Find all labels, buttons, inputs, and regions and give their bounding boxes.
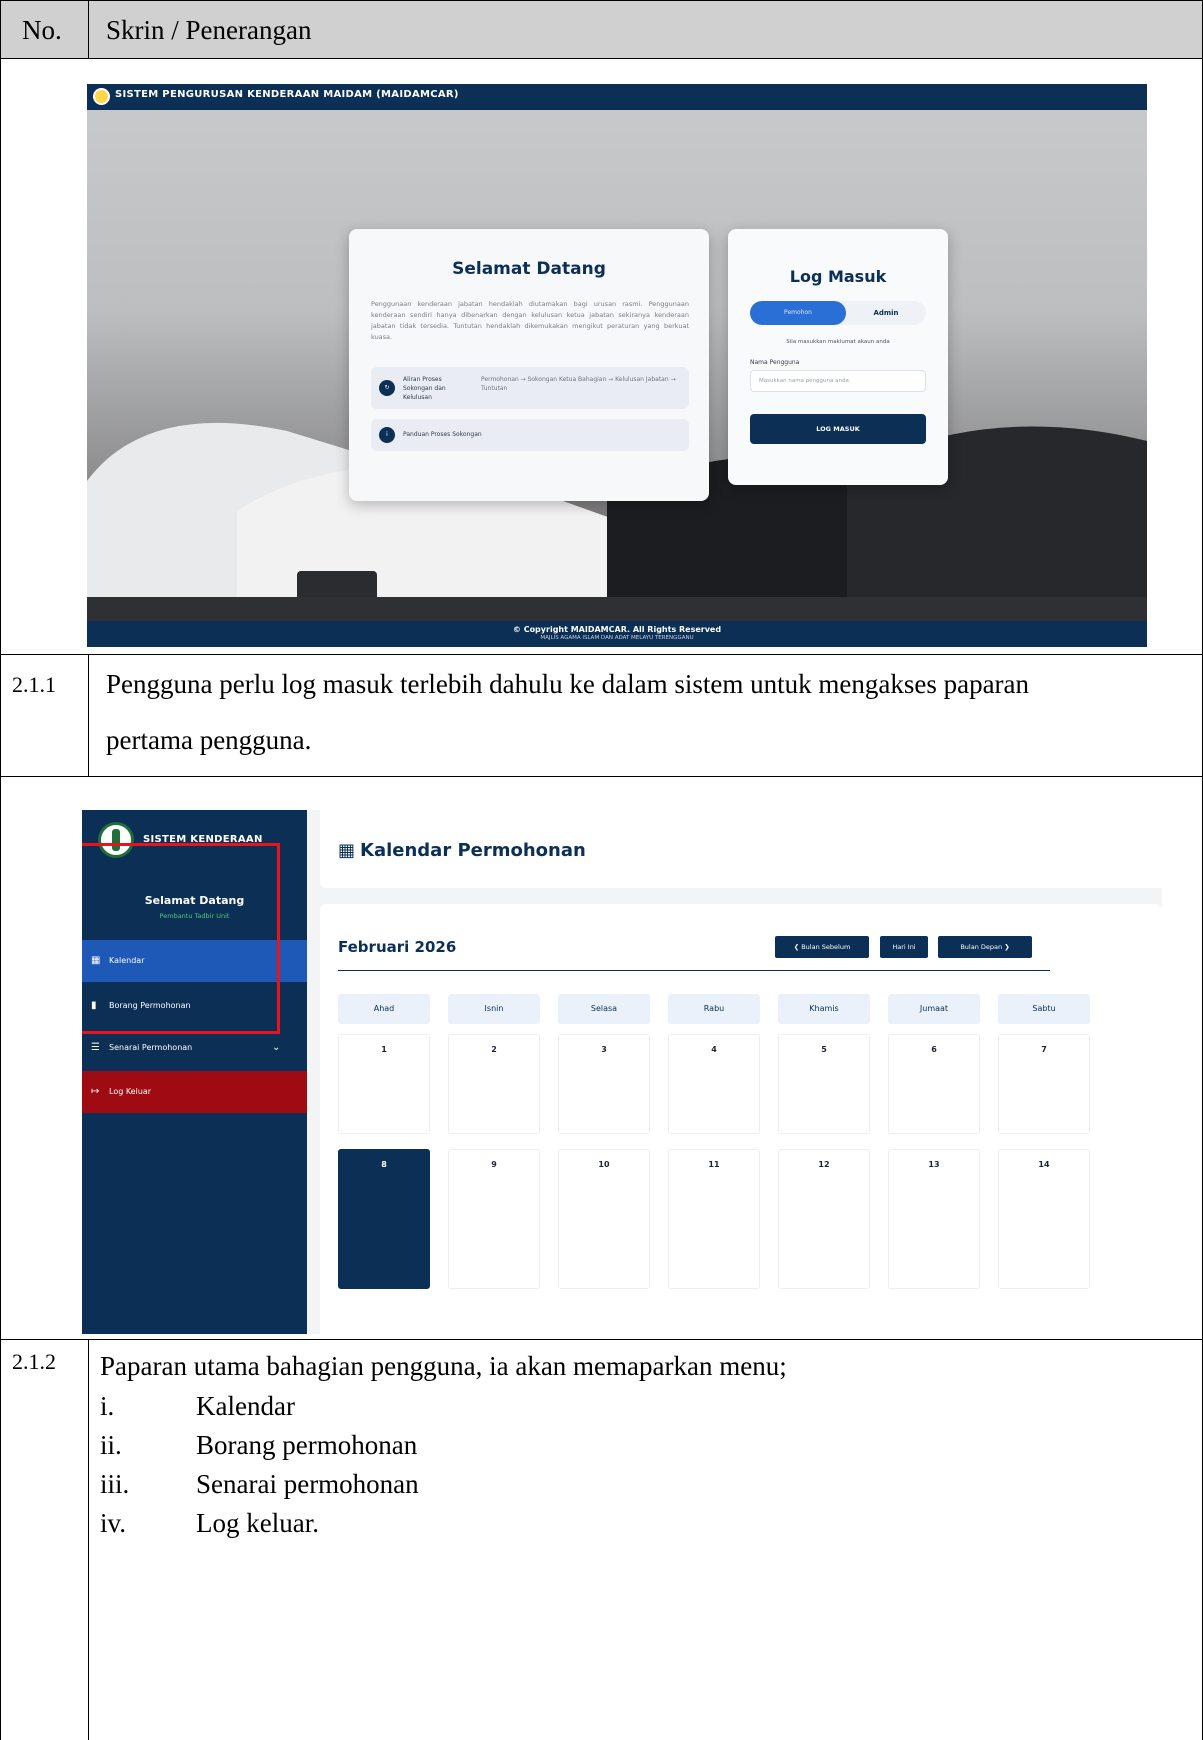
menu-text: Senarai permohonan: [196, 1469, 419, 1499]
app-title: SISTEM PENGURUSAN KENDERAAN MAIDAM (MAID…: [115, 89, 459, 100]
weekday-header: Khamis: [778, 994, 870, 1024]
flow-steps: Permohonan → Sokongan Ketua Bahagian → K…: [481, 376, 676, 392]
sidebar-item-label: Log Keluar: [109, 1087, 152, 1096]
calendar-day[interactable]: 5: [778, 1034, 870, 1134]
menu-num: iv.: [100, 1508, 126, 1538]
weekday-header: Jumaat: [888, 994, 980, 1024]
username-input[interactable]: Masukkan nama pengguna anda: [750, 370, 926, 392]
flow-label: Aliran Proses Sokongan dan Kelulusan: [403, 376, 446, 401]
footer-copyright: © Copyright MAIDAMCAR. All Rights Reserv…: [512, 625, 722, 634]
rule: [0, 776, 1203, 777]
calendar-day[interactable]: 11: [668, 1149, 760, 1289]
logo-icon: [93, 88, 110, 105]
menu-text: Borang permohonan: [196, 1430, 418, 1460]
welcome-card: Selamat Datang Penggunaan kenderaan jaba…: [349, 229, 709, 501]
login-hint: Sila masukkan maklumat akaun anda: [786, 339, 890, 345]
role-toggle: Pemohon Admin: [750, 301, 926, 325]
tab-admin[interactable]: Admin: [846, 301, 926, 325]
guide-row[interactable]: i Panduan Proses Sokongan: [371, 419, 689, 451]
flow-icon: ↻: [379, 380, 395, 396]
top-bar: SISTEM PENGURUSAN KENDERAAN MAIDAM (MAID…: [87, 84, 1147, 110]
calendar-day[interactable]: 7: [998, 1034, 1090, 1134]
menu-num: i.: [100, 1391, 115, 1421]
weekday-header: Selasa: [558, 994, 650, 1024]
username-label: Nama Pengguna: [750, 359, 800, 366]
next-month-button[interactable]: Bulan Depan ❯: [938, 936, 1032, 958]
weekday-header: Rabu: [668, 994, 760, 1024]
rule: [88, 1339, 89, 1740]
calendar-icon: ▦: [338, 840, 356, 861]
rule: [0, 58, 1203, 59]
welcome-text: Penggunaan kenderaan jabatan hendaklah d…: [371, 300, 689, 341]
rule: [88, 654, 89, 776]
guide-label[interactable]: Panduan Proses Sokongan: [403, 431, 482, 438]
prev-month-button[interactable]: ❮ Bulan Sebelum: [775, 936, 869, 958]
calendar-day[interactable]: 1: [338, 1034, 430, 1134]
flow-row: ↻ Aliran Proses Sokongan dan Kelulusan P…: [371, 367, 689, 409]
calendar: Februari 2026 ❮ Bulan Sebelum Hari Ini B…: [320, 904, 1162, 1334]
tab-user[interactable]: Pemohon: [750, 301, 846, 325]
calendar-day[interactable]: 6: [888, 1034, 980, 1134]
divider: [338, 970, 1050, 971]
logout-icon: ↦: [91, 1086, 100, 1097]
calendar-day[interactable]: 2: [448, 1034, 540, 1134]
calendar-month: Februari 2026: [338, 938, 457, 956]
calendar-day[interactable]: 14: [998, 1149, 1090, 1289]
page-title: Kalendar Permohonan: [360, 840, 586, 861]
login-screenshot: SISTEM PENGURUSAN KENDERAAN MAIDAM (MAID…: [87, 84, 1147, 647]
row-number: 2.1.1: [12, 672, 56, 697]
highlight-box: [82, 843, 280, 1034]
footer: © Copyright MAIDAMCAR. All Rights Reserv…: [87, 621, 1147, 647]
row-number: 2.1.2: [12, 1349, 56, 1374]
page-header: ▦ Kalendar Permohonan: [320, 810, 1162, 888]
rule: [0, 1339, 1203, 1340]
calendar-day[interactable]: 12: [778, 1149, 870, 1289]
weekday-header: Isnin: [448, 994, 540, 1024]
row-description: pertama pengguna.: [106, 725, 312, 755]
menu-num: ii.: [100, 1430, 122, 1460]
calendar-day[interactable]: 4: [668, 1034, 760, 1134]
header-col-screen: Skrin / Penerangan: [106, 15, 312, 45]
login-card: Log Masuk Pemohon Admin Sila masukkan ma…: [728, 229, 948, 485]
menu-text: Log keluar.: [196, 1508, 319, 1538]
dashboard-screenshot: SISTEM KENDERAAN Selamat Datang Pembantu…: [82, 810, 1162, 1334]
sidebar-item-logout[interactable]: ↦ Log Keluar: [82, 1071, 307, 1113]
calendar-day[interactable]: 3: [558, 1034, 650, 1134]
menu-num: iii.: [100, 1469, 130, 1499]
login-title: Log Masuk: [789, 267, 887, 286]
rule: [0, 0, 1203, 1]
welcome-title: Selamat Datang: [452, 259, 606, 279]
footer-org: MAJLIS AGAMA ISLAM DAN ADAT MELAYU TEREN…: [540, 635, 694, 641]
row-description: Paparan utama bahagian pengguna, ia akan…: [100, 1351, 787, 1381]
weekday-header: Ahad: [338, 994, 430, 1024]
calendar-day[interactable]: 13: [888, 1149, 980, 1289]
row-description: Pengguna perlu log masuk terlebih dahulu…: [106, 669, 1030, 699]
calendar-day[interactable]: 9: [448, 1149, 540, 1289]
rule: [0, 0, 1, 1740]
calendar-day-today[interactable]: 8: [338, 1149, 430, 1289]
guide-icon: i: [379, 427, 395, 443]
login-button[interactable]: LOG MASUK: [750, 414, 926, 444]
calendar-day[interactable]: 10: [558, 1149, 650, 1289]
weekday-header: Sabtu: [998, 994, 1090, 1024]
rule: [0, 654, 1203, 655]
today-button[interactable]: Hari Ini: [880, 936, 928, 958]
menu-text: Kalendar: [196, 1391, 295, 1421]
rule: [88, 0, 89, 58]
header-col-no: No.: [22, 15, 62, 45]
